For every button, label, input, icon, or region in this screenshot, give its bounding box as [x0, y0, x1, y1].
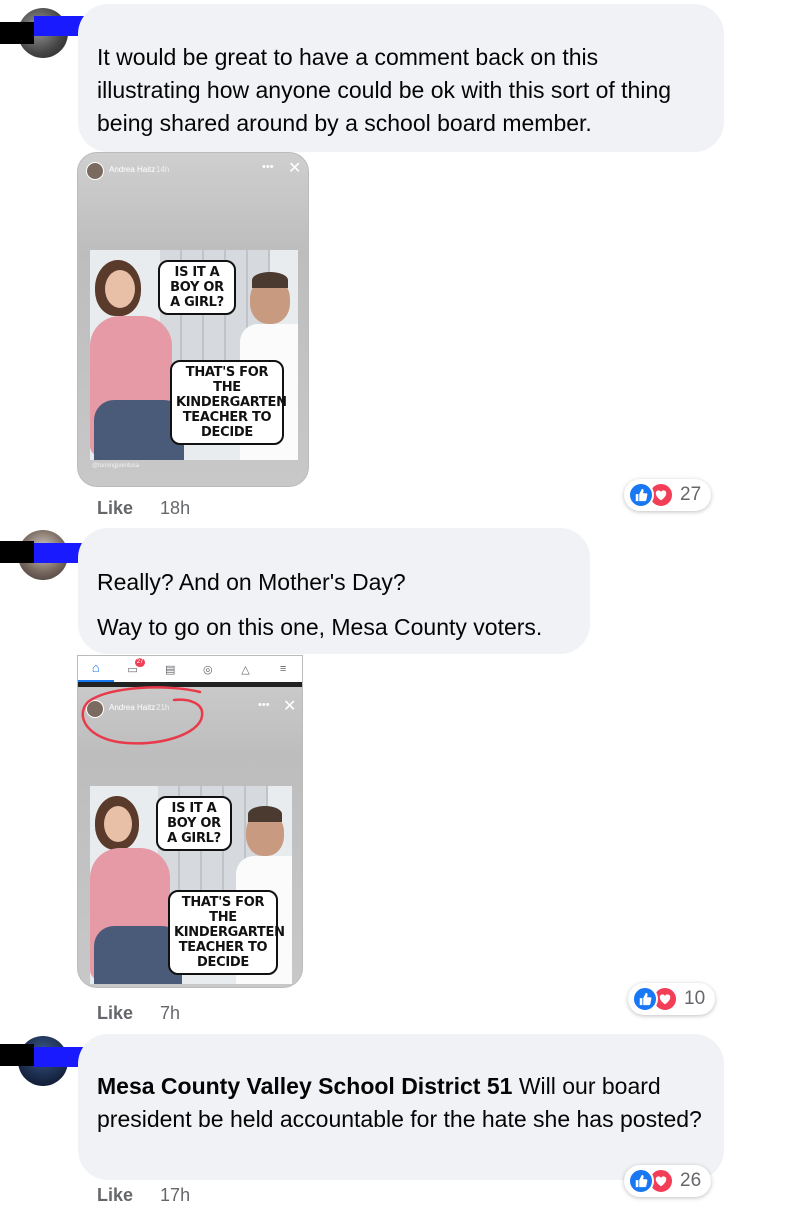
groups-icon[interactable]: ◎	[189, 663, 227, 676]
meme-image: IS IT A BOY OR A GIRL? THAT'S FOR THE KI…	[90, 786, 292, 984]
comment-text: Mesa County Valley School District 51 Wi…	[97, 1070, 707, 1136]
like-link[interactable]: Like	[97, 1003, 133, 1023]
redaction-bar	[0, 22, 34, 44]
meme-caption-top: IS IT A BOY OR A GIRL?	[156, 796, 232, 851]
like-link[interactable]: Like	[97, 498, 133, 518]
reaction-summary[interactable]: 26	[624, 1165, 712, 1197]
facebook-nav-bar: ⌂ ▭ 27 ▤ ◎ △ ≡	[78, 656, 302, 682]
bell-icon[interactable]: △	[227, 663, 265, 676]
marketplace-icon[interactable]: ▤	[151, 663, 189, 676]
story-watermark: @turningpointusa	[92, 463, 140, 469]
comment-text: Really? And on Mother's Day?	[97, 569, 406, 595]
reaction-count: 10	[684, 988, 706, 1009]
more-icon: •••	[262, 161, 274, 173]
like-icon	[632, 986, 658, 1012]
comment-time[interactable]: 7h	[160, 1003, 180, 1023]
red-annotation-circle	[81, 686, 204, 745]
comment-text: It would be great to have a comment back…	[97, 44, 672, 136]
comment-text: Way to go on this one, Mesa County voter…	[97, 614, 543, 640]
reaction-summary[interactable]: 10	[628, 983, 716, 1015]
comment-meta: Like 18h	[97, 498, 190, 519]
menu-icon[interactable]: ≡	[264, 663, 302, 675]
story-age: 14h	[156, 165, 170, 174]
story-screenshot-image[interactable]: ⌂ ▭ 27 ▤ ◎ △ ≡ Andrea Haitz 21h ••• ✕ IS …	[77, 655, 303, 988]
redaction-bar	[0, 541, 34, 563]
notification-badge: 27	[134, 657, 146, 667]
like-icon	[628, 1168, 654, 1194]
close-icon: ✕	[283, 698, 297, 715]
comment-time[interactable]: 18h	[160, 498, 190, 518]
meme-caption-top: IS IT A BOY OR A GIRL?	[158, 260, 236, 315]
meme-caption-bottom: THAT'S FOR THE KINDERGARTEN TEACHER TO D…	[168, 890, 285, 975]
more-icon: •••	[258, 699, 270, 711]
comment-meta: Like 17h	[97, 1185, 190, 1206]
reaction-summary[interactable]: 27	[624, 479, 712, 511]
redaction-bar	[0, 1044, 34, 1066]
reaction-count: 27	[680, 484, 702, 505]
mention-tag[interactable]: Mesa County Valley School District 51	[97, 1073, 512, 1099]
reaction-count: 26	[680, 1170, 702, 1191]
close-icon: ✕	[288, 160, 302, 177]
video-icon[interactable]: ▭ 27	[114, 657, 152, 676]
meme-image: IS IT A BOY OR A GIRL? THAT'S FOR THE KI…	[90, 250, 298, 460]
like-link[interactable]: Like	[97, 1185, 133, 1205]
story-screenshot-image[interactable]: Andrea Haitz 14h ••• ✕ IS IT A BOY OR A …	[77, 152, 309, 487]
comment-meta: Like 7h	[97, 1003, 180, 1024]
like-icon	[628, 482, 654, 508]
story-author-avatar	[86, 162, 104, 180]
meme-caption-bottom: THAT'S FOR THE KINDERGARTEN TEACHER TO D…	[170, 360, 287, 445]
comment-time[interactable]: 17h	[160, 1185, 190, 1205]
story-author-name: Andrea Haitz	[109, 165, 156, 174]
home-icon[interactable]: ⌂	[78, 656, 114, 682]
